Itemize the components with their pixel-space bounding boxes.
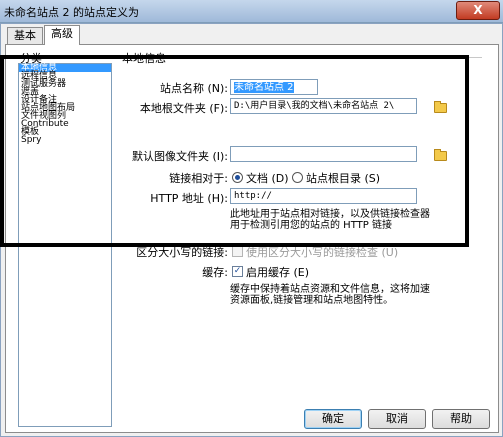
section-divider (172, 57, 482, 58)
advanced-panel: 分类 本地信息 远程信息 测试服务器 遮盖 设计备注 站点地图布局 文件视图列 … (5, 44, 499, 433)
links-relative-label: 链接相对于: (169, 172, 228, 185)
close-button[interactable]: X (456, 1, 500, 20)
http-address-label: HTTP 地址 (H): (150, 192, 228, 205)
ok-button[interactable]: 确定 (304, 409, 362, 429)
category-list[interactable]: 本地信息 远程信息 测试服务器 遮盖 设计备注 站点地图布局 文件视图列 Con… (18, 63, 112, 427)
folder-icon[interactable] (434, 101, 447, 113)
site-name-input[interactable]: 未命名站点 2 (230, 79, 318, 95)
cache-option: 启用缓存 (E) (246, 266, 310, 279)
dialog-window: 基本 高级 分类 本地信息 远程信息 测试服务器 遮盖 设计备注 站点地图布局 … (0, 23, 503, 437)
case-sensitive-checkbox[interactable] (232, 246, 243, 257)
local-root-label: 本地根文件夹 (F): (139, 102, 228, 115)
http-note: 此地址用于站点相对链接，以及供链接检查器用于检测引用您的站点的 HTTP 链接 (230, 209, 430, 231)
default-images-input[interactable] (230, 146, 417, 162)
cache-label: 缓存: (202, 266, 228, 279)
title-bar: 未命名站点 2 的站点定义为 X (0, 0, 503, 23)
cache-note: 缓存中保持着站点资源和文件信息，这将加速资源面板,链接管理和站点地图特性。 (230, 284, 430, 306)
default-images-label: 默认图像文件夹 (I): (131, 150, 228, 163)
radio-document-label: 文档 (D) (246, 172, 289, 185)
radio-site-root[interactable] (292, 172, 303, 183)
site-name-label: 站点名称 (N): (159, 82, 228, 95)
cancel-button[interactable]: 取消 (368, 409, 426, 429)
radio-document[interactable] (232, 172, 243, 183)
window-title: 未命名站点 2 的站点定义为 (4, 6, 139, 19)
case-sensitive-option: 使用区分大小写的链接检查 (U) (246, 246, 399, 259)
category-item-spry[interactable]: Spry (19, 136, 111, 145)
radio-site-root-label: 站点根目录 (S) (306, 172, 381, 185)
site-name-value: 未命名站点 2 (234, 82, 294, 93)
folder-icon[interactable] (434, 149, 447, 161)
local-root-input[interactable]: D:\用户目录\我的文档\未命名站点 2\ (230, 98, 417, 114)
case-sensitive-label: 区分大小写的链接: (136, 246, 228, 259)
cache-checkbox[interactable]: ✓ (232, 266, 243, 277)
section-title: 本地信息 (122, 52, 166, 65)
http-address-input[interactable]: http:// (230, 188, 417, 204)
tab-basic[interactable]: 基本 (7, 27, 43, 44)
tab-advanced[interactable]: 高级 (44, 25, 80, 45)
help-button[interactable]: 帮助 (432, 409, 490, 429)
